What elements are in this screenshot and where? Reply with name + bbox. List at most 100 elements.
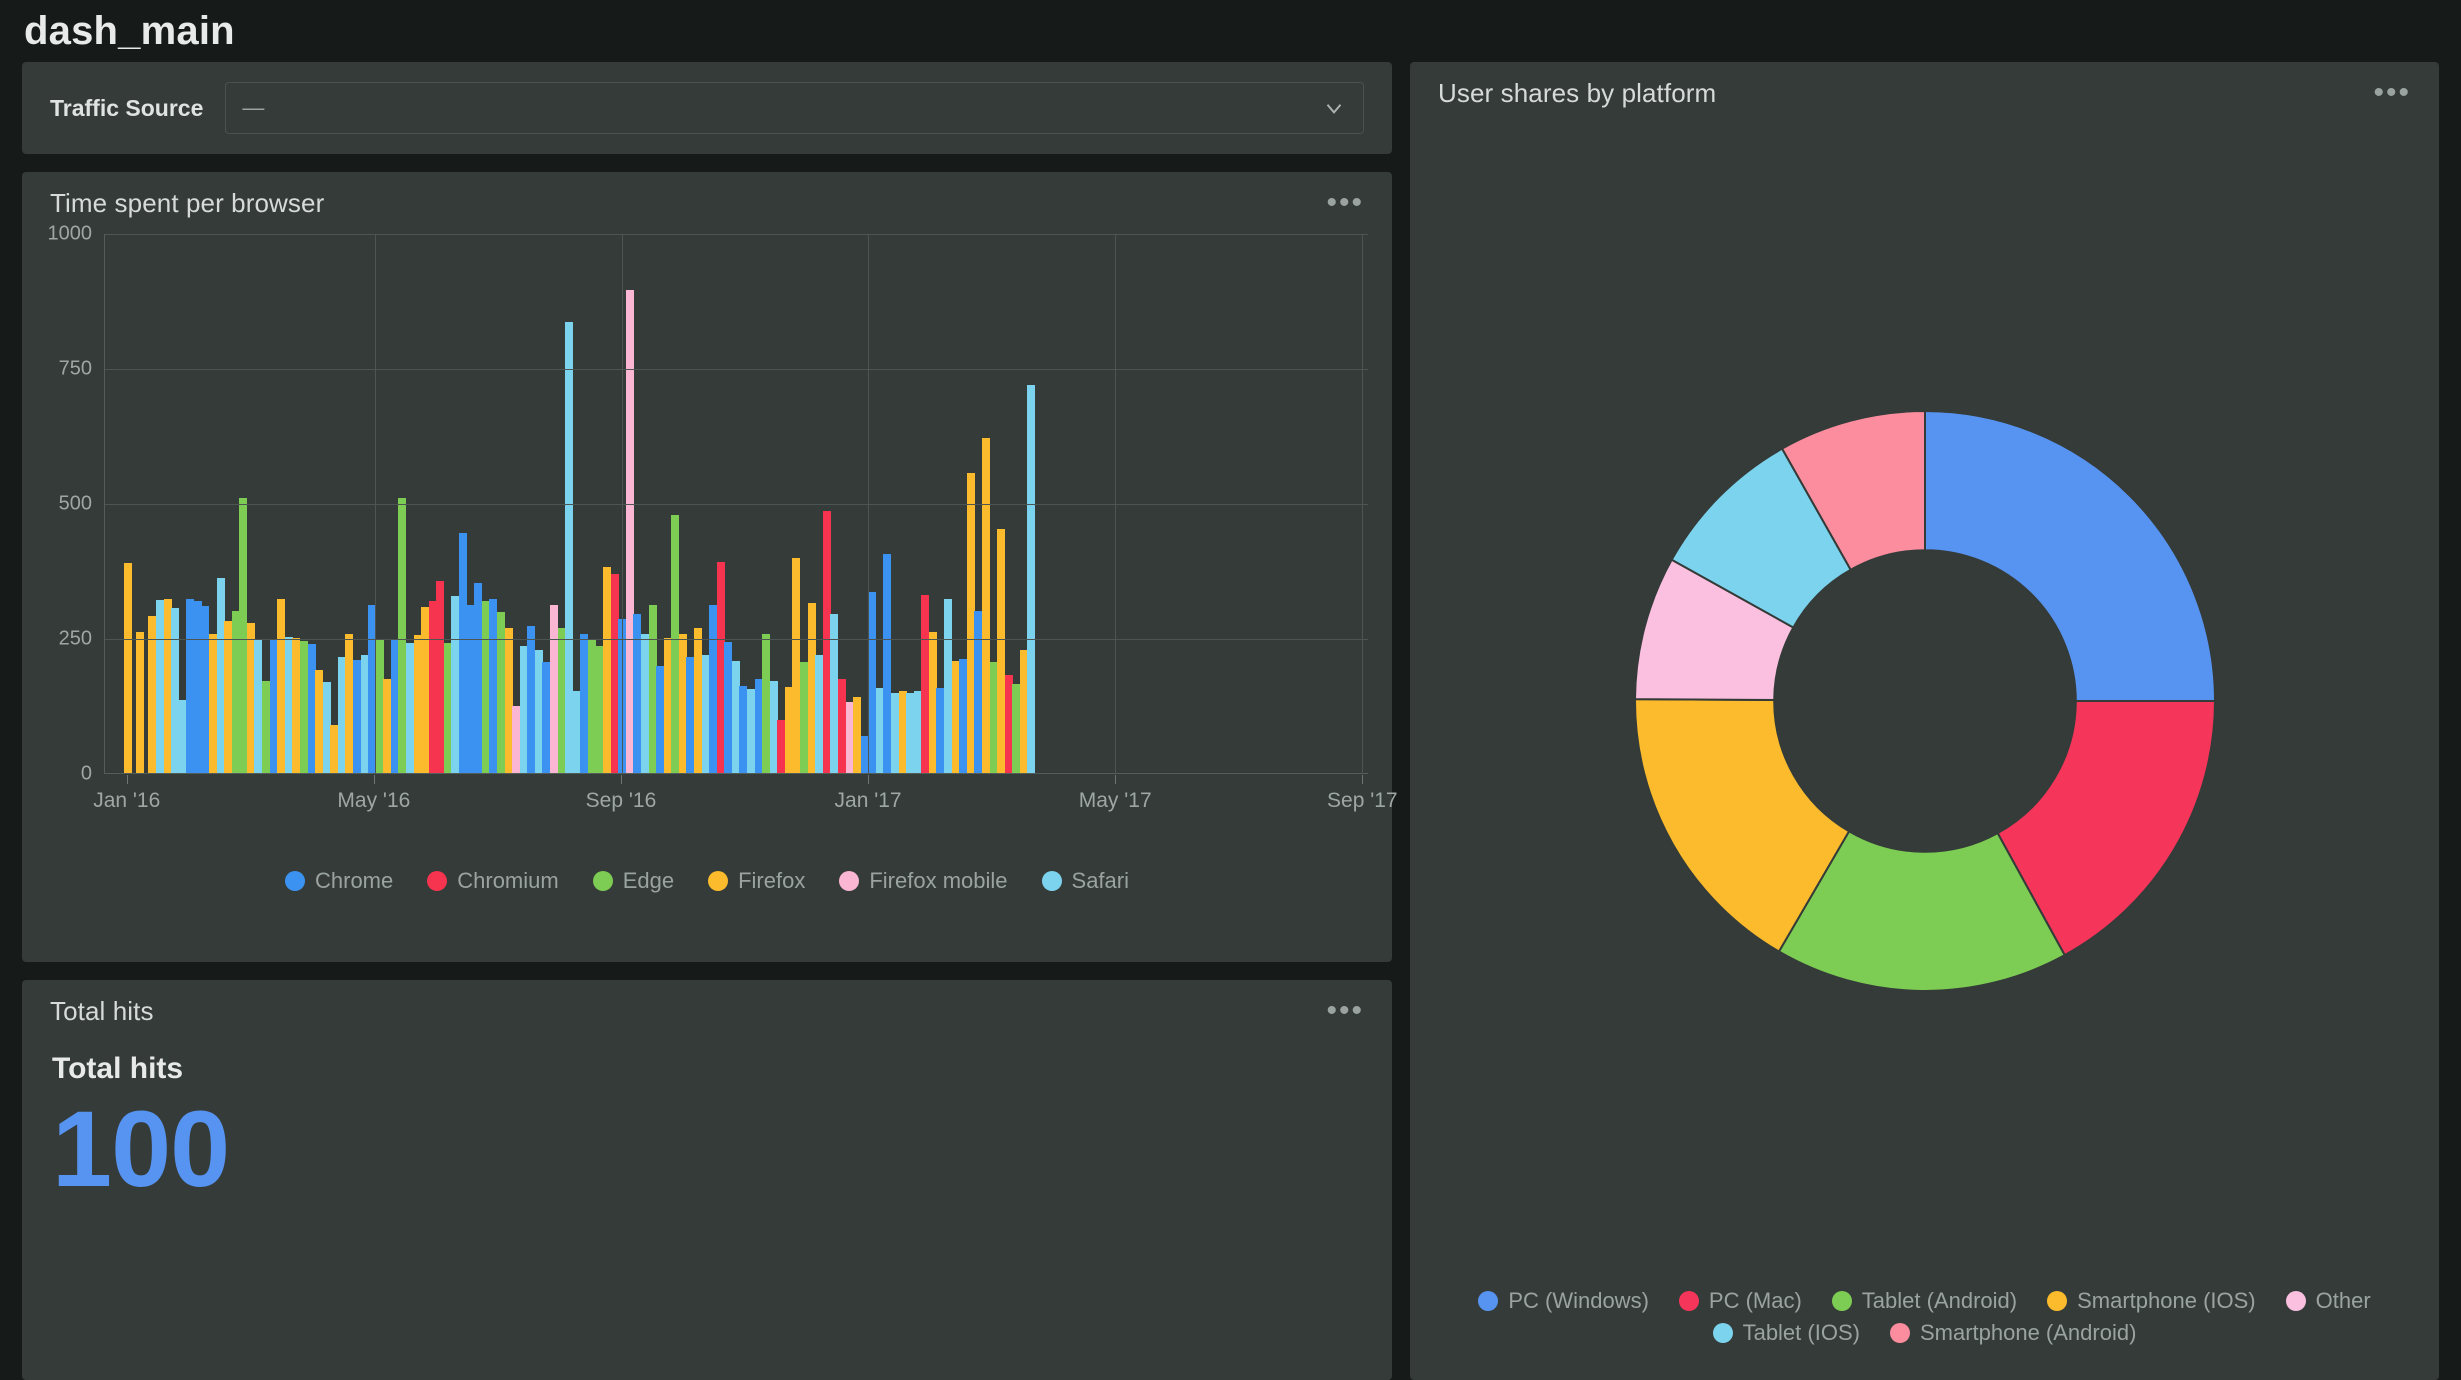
donut-chart: [1633, 409, 2216, 992]
traffic-source-select[interactable]: —: [225, 82, 1364, 134]
legend-color-swatch: [2047, 1291, 2068, 1311]
x-axis-tick-label: Jan '17: [834, 789, 902, 812]
legend-color-swatch: [285, 871, 305, 891]
bar[interactable]: [123, 563, 132, 773]
panel-user-shares-by-platform: User shares by platform ••• PC (Windows)…: [1410, 62, 2439, 1380]
donut-slice[interactable]: [1923, 409, 2216, 702]
legend-item[interactable]: Tablet (IOS): [1712, 1320, 1860, 1346]
y-axis-tick-label: 1000: [47, 222, 93, 245]
legend-color-swatch: [2285, 1291, 2306, 1311]
x-axis-tick-mark: [373, 775, 375, 784]
legend-item[interactable]: Tablet (Android): [1831, 1288, 2018, 1314]
panel-header-total-hits: Total hits •••: [22, 980, 1392, 1042]
legend-item-label: Smartphone (Android): [1919, 1320, 2137, 1345]
legend-item[interactable]: Safari: [1041, 868, 1129, 894]
traffic-source-value: —: [242, 95, 265, 120]
panel-title-user-shares: User shares by platform: [1438, 77, 1717, 108]
x-axis-tick-label: Sep '17: [1327, 789, 1398, 812]
panel-menu-icon-user-shares[interactable]: •••: [2373, 78, 2411, 108]
y-axis: 0 250 500 750 1000: [34, 223, 100, 785]
x-axis-tick-label: May '17: [1078, 789, 1152, 812]
legend-item[interactable]: Chrome: [285, 868, 393, 894]
legend-item-label: PC (Mac): [1708, 1288, 1802, 1313]
y-axis-tick-label: 750: [58, 357, 92, 380]
x-axis-tick-mark: [620, 775, 622, 784]
gridline-horizontal: [105, 369, 1368, 370]
x-axis-tick-mark: [1362, 775, 1364, 784]
panel-header-user-shares: User shares by platform •••: [1410, 62, 2439, 124]
x-axis-tick-mark: [1115, 775, 1117, 784]
legend-color-swatch: [1478, 1291, 1499, 1311]
gridline-vertical: [1362, 234, 1364, 773]
y-axis-tick-label: 250: [58, 627, 92, 650]
legend-item[interactable]: Chromium: [427, 868, 559, 894]
panel-time-spent-per-browser: Time spent per browser ••• 0 250 500 750 100…: [22, 172, 1398, 962]
x-axis-tick-label: Sep '16: [585, 789, 657, 812]
legend-item[interactable]: Firefox: [708, 868, 805, 894]
x-axis-tick-label: Jan '16: [93, 789, 161, 812]
legend-item[interactable]: Smartphone (Android): [1889, 1320, 2137, 1346]
stat-body: Total hits 100: [22, 1042, 1392, 1205]
legend-color-swatch: [1041, 871, 1062, 891]
legend-color-swatch: [708, 871, 729, 891]
legend-item[interactable]: PC (Windows): [1478, 1288, 1649, 1314]
legend-color-swatch: [839, 871, 860, 891]
legend-item-label: Firefox: [738, 868, 806, 893]
donut-chart-wrap: [1410, 124, 2439, 1288]
x-axis-tick-mark: [126, 775, 128, 784]
panel-total-hits: Total hits ••• Total hits 100: [22, 980, 1392, 1380]
x-axis-tick-label: May '16: [337, 789, 411, 812]
legend-item-label: Edge: [622, 868, 675, 893]
stat-label: Total hits: [52, 1052, 184, 1085]
legend-color-swatch: [1712, 1323, 1733, 1343]
bar[interactable]: [135, 631, 144, 773]
panel-header-time-spent: Time spent per browser •••: [22, 172, 1392, 234]
bar-chart-legend: Chrome Chromium Edge Firefox Firefox mobile S…: [22, 854, 1392, 894]
left-column: Traffic Source — Time spent per browser …: [22, 62, 1398, 1380]
legend-item-label: Other: [2315, 1288, 2371, 1313]
legend-item-label: Chrome: [315, 868, 394, 893]
legend-color-swatch: [1889, 1323, 1910, 1343]
plot-area: [104, 234, 1368, 774]
right-column: User shares by platform ••• PC (Windows)…: [1410, 62, 2439, 1380]
gridline-vertical: [1115, 234, 1117, 773]
legend-item-label: Chromium: [457, 868, 559, 893]
legend-item-label: Smartphone (IOS): [2077, 1288, 2256, 1313]
y-axis-tick-label: 0: [80, 762, 92, 785]
page-title: dash_main: [24, 9, 235, 53]
traffic-source-label: Traffic Source: [50, 94, 204, 121]
legend-item[interactable]: Firefox mobile: [839, 868, 1008, 894]
panel-title-total-hits: Total hits: [50, 995, 154, 1026]
legend-item[interactable]: Edge: [592, 868, 675, 894]
panel-title-time-spent: Time spent per browser: [50, 187, 325, 218]
legend-color-swatch: [592, 871, 613, 891]
x-axis-tick-mark: [868, 775, 870, 784]
legend-item[interactable]: PC (Mac): [1678, 1288, 1802, 1314]
panel-menu-icon-time-spent[interactable]: •••: [1326, 188, 1364, 218]
bar[interactable]: [1027, 385, 1036, 773]
panel-menu-icon-total-hits[interactable]: •••: [1326, 996, 1364, 1026]
legend-item-label: Safari: [1071, 868, 1129, 893]
legend-item-label: Tablet (IOS): [1742, 1320, 1860, 1345]
chevron-down-icon: [1326, 104, 1342, 114]
legend-color-swatch: [1678, 1291, 1699, 1311]
legend-color-swatch: [427, 871, 448, 891]
template-variables-row: Traffic Source —: [22, 62, 1392, 154]
legend-color-swatch: [1831, 1291, 1852, 1311]
y-axis-tick-label: 500: [58, 492, 92, 515]
gridline-horizontal: [105, 639, 1368, 640]
gridline-vertical: [374, 234, 376, 773]
legend-item[interactable]: Other: [2285, 1288, 2371, 1314]
dashboard-body: Traffic Source — Time spent per browser …: [0, 62, 2461, 1380]
gridline-vertical: [621, 234, 623, 773]
legend-item-label: PC (Windows): [1508, 1288, 1649, 1313]
gridline-horizontal: [105, 234, 1368, 235]
stat-value: 100: [52, 1088, 230, 1209]
legend-item[interactable]: Smartphone (IOS): [2047, 1288, 2256, 1314]
donut-chart-legend: PC (Windows) PC (Mac) Tablet (Android) Smar…: [1410, 1288, 2439, 1380]
x-axis: Jan '16 May '16 Sep '16 Jan '17 May '17 Sep '…: [93, 775, 1398, 815]
legend-item-label: Tablet (Android): [1861, 1288, 2018, 1313]
gridline-horizontal: [105, 504, 1368, 505]
gridline-vertical: [868, 234, 870, 773]
bar-chart: 0 250 500 750 1000 Jan '16 May '16 Sep '16 Jan …: [34, 223, 1398, 854]
